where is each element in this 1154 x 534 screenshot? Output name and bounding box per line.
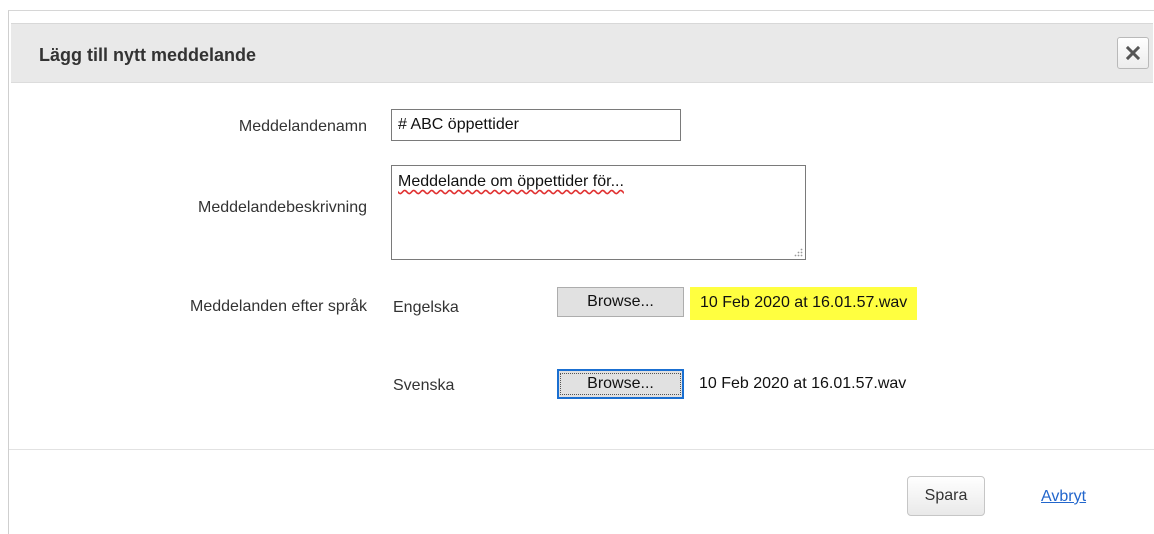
message-description-wrapper: Meddelande om öppettider för... [391,165,806,260]
close-icon [1126,46,1140,60]
language-label-swedish: Svenska [393,377,455,394]
file-name-english: 10 Feb 2020 at 16.01.57.wav [690,287,918,320]
browse-button-swedish-label: Browse... [560,373,681,395]
language-label-english: Engelska [393,299,459,316]
file-name-swedish: 10 Feb 2020 at 16.01.57.wav [699,375,907,392]
messages-by-language-label: Meddelanden efter språk [190,298,367,315]
message-description-textarea[interactable]: Meddelande om öppettider för... [391,165,806,260]
browse-button-swedish[interactable]: Browse... [557,369,684,399]
resize-grip-icon[interactable] [793,247,803,257]
dialog-title: Lägg till nytt meddelande [39,45,257,65]
save-button[interactable]: Spara [907,476,985,516]
message-name-label: Meddelandenamn [238,118,367,135]
cancel-link[interactable]: Avbryt [1041,488,1086,506]
dialog-titlebar: Lägg till nytt meddelande [11,23,1153,83]
add-message-dialog: Lägg till nytt meddelande Meddelandenamn… [8,10,1154,534]
message-name-input[interactable] [391,109,681,141]
close-button[interactable] [1117,37,1149,69]
browse-button-english[interactable]: Browse... [557,287,684,317]
message-description-label: Meddelandebeskrivning [198,199,367,216]
footer-divider [9,449,1154,450]
